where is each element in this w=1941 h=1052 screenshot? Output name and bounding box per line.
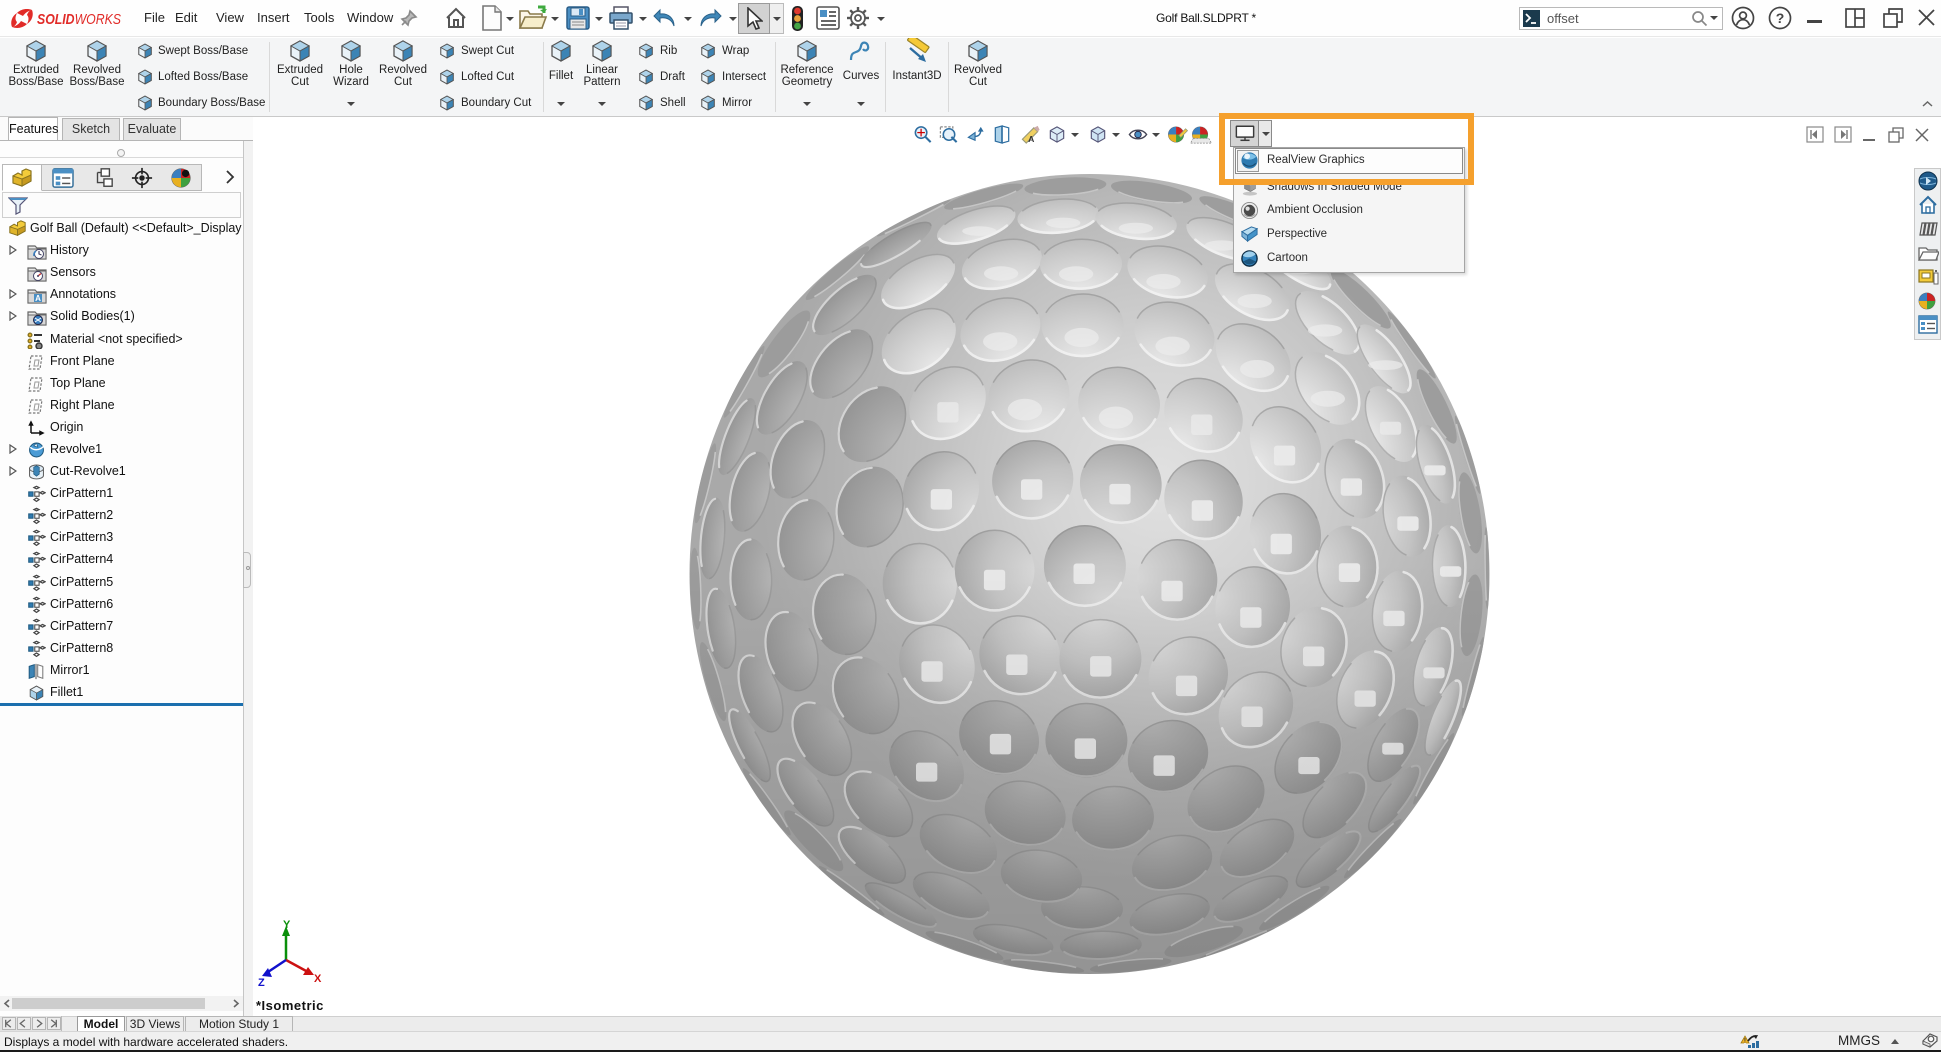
svg-text:A: A	[1028, 134, 1034, 144]
svg-text:?: ?	[1776, 10, 1785, 26]
svg-text:Y: Y	[283, 920, 291, 931]
svg-text:X: X	[314, 973, 322, 985]
svg-text:!: !	[1744, 1038, 1746, 1045]
svg-text:Z: Z	[258, 977, 265, 989]
svg-text:A: A	[35, 294, 41, 303]
svg-text:SOLIDWORKS: SOLIDWORKS	[37, 12, 121, 28]
